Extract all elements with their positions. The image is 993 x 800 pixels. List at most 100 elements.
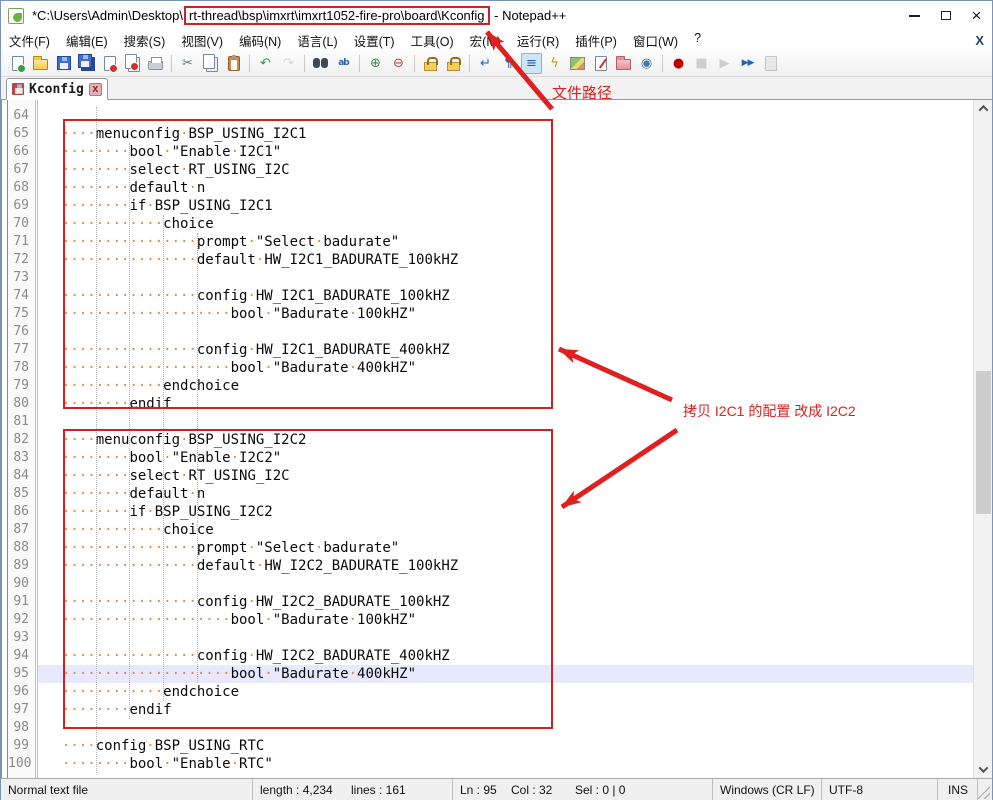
menu-item[interactable]: 插件(P): [567, 30, 625, 51]
editor-left-border: [1, 100, 8, 778]
scroll-up-button[interactable]: [974, 100, 992, 117]
macro-record-icon[interactable]: ●: [668, 53, 689, 74]
macro-play-icon[interactable]: ▶: [714, 53, 735, 74]
close-button[interactable]: ×: [961, 1, 992, 30]
macro-stop-icon[interactable]: ■: [691, 53, 712, 74]
menu-item[interactable]: 搜索(S): [116, 30, 174, 51]
macro-play-icon: ▶: [720, 57, 730, 70]
menu-item[interactable]: 编码(N): [231, 30, 289, 51]
show-all-characters-icon[interactable]: ¶: [498, 53, 519, 74]
document-switcher-icon[interactable]: [590, 53, 611, 74]
status-insert-mode[interactable]: INS: [938, 779, 978, 800]
copy-icon[interactable]: [200, 53, 221, 74]
tab-bar: Kconfig x: [1, 77, 992, 100]
tab-close-icon[interactable]: x: [89, 83, 102, 96]
chevron-down-icon: [978, 763, 988, 773]
sync-horizontal-scroll-icon[interactable]: [443, 53, 464, 74]
save-icon: [57, 56, 71, 70]
menu-item[interactable]: 宏(M): [462, 30, 509, 51]
zoom-out-icon[interactable]: ⊖: [388, 53, 409, 74]
print-icon[interactable]: [145, 53, 166, 74]
zoom-in-icon: ⊕: [370, 57, 381, 70]
word-wrap-icon[interactable]: ↵: [475, 53, 496, 74]
sync-horizontal-scroll-icon: [447, 62, 460, 71]
menu-item[interactable]: 设置(T): [346, 30, 403, 51]
minimize-button[interactable]: [899, 1, 930, 30]
function-list-icon[interactable]: ϟ: [544, 53, 565, 74]
close-all-icon[interactable]: [122, 53, 143, 74]
tab-label: Kconfig: [29, 82, 84, 97]
function-list-icon: ϟ: [550, 57, 559, 70]
menu-item[interactable]: 窗口(W): [625, 30, 686, 51]
folder-as-workspace-icon[interactable]: [613, 53, 634, 74]
line-number: 74: [8, 287, 35, 305]
line-number: 90: [8, 575, 35, 593]
scroll-down-button[interactable]: [974, 761, 992, 778]
menu-item[interactable]: 语言(L): [289, 30, 345, 51]
menu-item[interactable]: 工具(O): [403, 30, 462, 51]
undo-icon[interactable]: ↶: [255, 53, 276, 74]
tab-kconfig[interactable]: Kconfig x: [6, 78, 108, 100]
open-folder-icon[interactable]: [30, 53, 51, 74]
cut-icon: ✂: [182, 57, 193, 70]
toolbar-separator: [662, 55, 663, 72]
line-number: 68: [8, 179, 35, 197]
new-file-icon: [12, 56, 24, 71]
annotation-box-i2c2: [63, 429, 553, 729]
resize-grip[interactable]: [977, 786, 990, 799]
macro-run-multiple-icon[interactable]: ▶▶: [737, 53, 758, 74]
line-number: 78: [8, 359, 35, 377]
maximize-button[interactable]: [930, 1, 961, 30]
code-line[interactable]: ····config·BSP_USING_RTC: [38, 737, 973, 755]
macro-save-icon[interactable]: [760, 53, 781, 74]
close-document-button[interactable]: X: [975, 33, 984, 48]
find-icon: [313, 58, 328, 68]
status-encoding[interactable]: UTF-8: [822, 779, 938, 800]
menu-item[interactable]: 编辑(E): [58, 30, 116, 51]
line-number: 65: [8, 125, 35, 143]
line-number: 77: [8, 341, 35, 359]
save-all-icon[interactable]: [76, 53, 97, 74]
macro-record-icon: ●: [673, 57, 684, 70]
show-all-characters-icon: ¶: [504, 57, 512, 70]
status-filler: [978, 779, 992, 800]
menu-item[interactable]: 视图(V): [173, 30, 231, 51]
status-doc-type: Normal text file: [1, 779, 253, 800]
close-all-icon: [125, 54, 137, 69]
line-number: 91: [8, 593, 35, 611]
sync-vertical-scroll-icon[interactable]: [420, 53, 441, 74]
code-line[interactable]: ········bool·"Enable·RTC": [38, 755, 973, 773]
menu-item[interactable]: 运行(R): [509, 30, 567, 51]
menu-item[interactable]: 文件(F): [1, 30, 58, 51]
close-icon[interactable]: [99, 53, 120, 74]
toolbar-separator: [469, 55, 470, 72]
vertical-scrollbar[interactable]: [973, 100, 992, 778]
line-number: 84: [8, 467, 35, 485]
replace-icon[interactable]: ab: [333, 53, 354, 74]
line-number: 93: [8, 629, 35, 647]
toolbar-separator: [304, 55, 305, 72]
word-wrap-icon: ↵: [480, 57, 491, 70]
line-number: 98: [8, 719, 35, 737]
zoom-in-icon[interactable]: ⊕: [365, 53, 386, 74]
notepad-plus-plus-logo-icon: [8, 8, 24, 24]
title-path-highlighted: rt-thread\bsp\imxrt\imxrt1052-fire-pro\b…: [184, 6, 490, 25]
save-icon[interactable]: [53, 53, 74, 74]
paste-icon[interactable]: [223, 53, 244, 74]
find-icon[interactable]: [310, 53, 331, 74]
document-map-icon[interactable]: [567, 53, 588, 74]
cut-icon[interactable]: ✂: [177, 53, 198, 74]
show-indent-guide-icon[interactable]: ≡: [521, 53, 542, 74]
status-lines: lines : 161: [351, 783, 406, 797]
copy-icon: [203, 54, 215, 69]
line-number: 71: [8, 233, 35, 251]
status-eol-format[interactable]: Windows (CR LF): [713, 779, 822, 800]
scrollbar-thumb[interactable]: [976, 371, 991, 514]
maximize-icon: [941, 11, 951, 20]
monitoring-icon[interactable]: ◉: [636, 53, 657, 74]
redo-icon[interactable]: ↷: [278, 53, 299, 74]
new-file-icon[interactable]: [7, 53, 28, 74]
menu-item[interactable]: ?: [686, 30, 709, 51]
line-number: 75: [8, 305, 35, 323]
line-number-gutter: 6465666768697071727374757677787980818283…: [8, 100, 38, 778]
